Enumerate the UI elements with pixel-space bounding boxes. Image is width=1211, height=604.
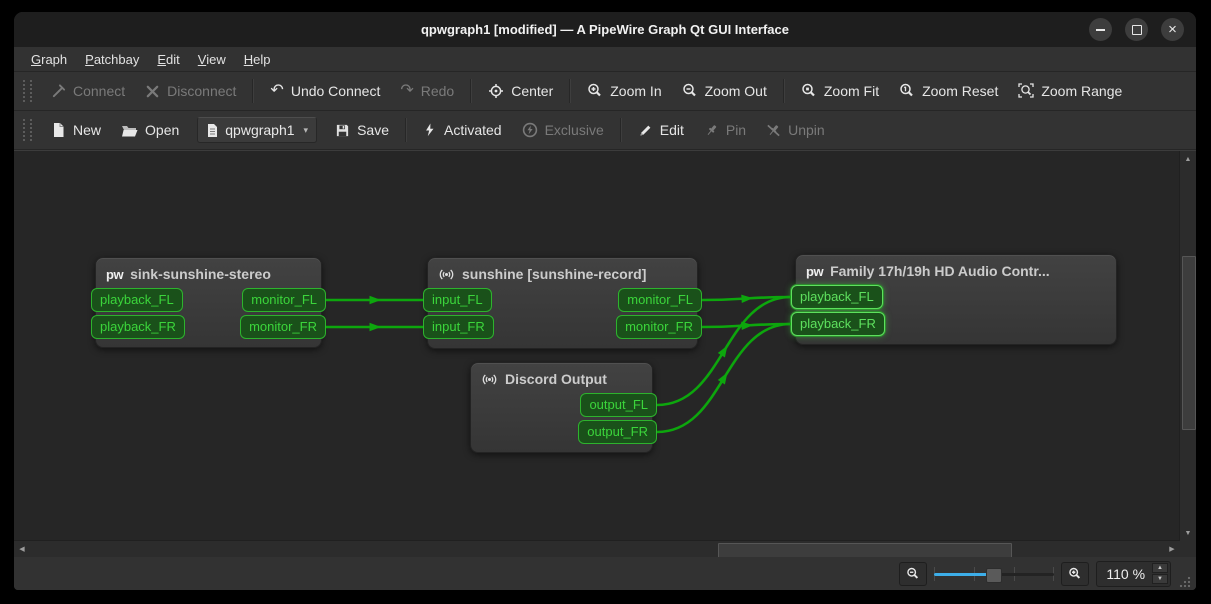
app-window: qpwgraph1 [modified] — A PipeWire Graph … bbox=[14, 12, 1196, 590]
slider-fill bbox=[934, 573, 992, 576]
disconnect-button[interactable]: Disconnect bbox=[135, 78, 246, 104]
minimize-button[interactable] bbox=[1089, 18, 1112, 41]
pin-icon bbox=[704, 123, 719, 138]
graph-canvas[interactable]: pwsink-sunshine-stereoplayback_FLplaybac… bbox=[14, 151, 1180, 541]
zoom-slider-handle[interactable] bbox=[986, 568, 1002, 583]
window-controls: × bbox=[1089, 18, 1184, 41]
vertical-scrollbar-thumb[interactable] bbox=[1182, 256, 1196, 430]
scroll-right-button[interactable]: ▶ bbox=[1164, 541, 1180, 557]
status-zoom-in-button[interactable] bbox=[1061, 562, 1089, 586]
patchbay-toolbar: New Open qpwgraph1 ▾ Save Activated bbox=[14, 111, 1196, 150]
wires-svg bbox=[14, 151, 1180, 541]
zoom-fit-button[interactable]: Zoom Fit bbox=[791, 78, 889, 104]
menu-bar: Graph Patchbay Edit View Help bbox=[14, 47, 1196, 72]
center-button[interactable]: Center bbox=[478, 78, 563, 104]
patchbay-file-icon bbox=[206, 123, 219, 138]
zoom-in-button[interactable]: Zoom In bbox=[577, 78, 671, 104]
toolbar-separator bbox=[569, 79, 571, 103]
scroll-up-button[interactable]: ▲ bbox=[1180, 151, 1196, 167]
scroll-left-icon: ◀ bbox=[19, 546, 24, 553]
scroll-right-icon: ▶ bbox=[1169, 546, 1174, 553]
scroll-up-icon: ▲ bbox=[1185, 156, 1192, 163]
exclusive-bolt-icon bbox=[522, 122, 538, 138]
disconnect-icon bbox=[145, 84, 160, 99]
status-zoom-in-icon bbox=[1068, 567, 1082, 581]
scrollbar-corner bbox=[1180, 541, 1196, 557]
unpin-button[interactable]: Unpin bbox=[756, 117, 835, 143]
graph-toolbar: Connect Disconnect ↶ Undo Connect ↷ Redo… bbox=[14, 72, 1196, 111]
activated-button[interactable]: Activated bbox=[413, 117, 512, 143]
horizontal-scrollbar[interactable]: ◀ ▶ bbox=[14, 540, 1180, 557]
edit-button[interactable]: Edit bbox=[628, 117, 694, 143]
menu-edit[interactable]: Edit bbox=[148, 50, 188, 69]
scroll-down-icon: ▼ bbox=[1185, 530, 1192, 537]
menu-patchbay[interactable]: Patchbay bbox=[76, 50, 148, 69]
undo-icon: ↶ bbox=[270, 83, 283, 99]
spin-down-button[interactable]: ▼ bbox=[1152, 574, 1168, 584]
save-icon bbox=[335, 123, 350, 138]
save-button[interactable]: Save bbox=[325, 117, 399, 143]
scroll-left-button[interactable]: ◀ bbox=[14, 541, 30, 557]
canvas-viewport: pwsink-sunshine-stereoplayback_FLplaybac… bbox=[14, 150, 1196, 557]
wire-arrow bbox=[370, 323, 382, 331]
maximize-icon bbox=[1132, 25, 1142, 35]
scroll-down-button[interactable]: ▼ bbox=[1180, 525, 1196, 541]
zoom-out-button[interactable]: Zoom Out bbox=[672, 78, 777, 104]
exclusive-button[interactable]: Exclusive bbox=[512, 117, 614, 143]
toolbar-drag-handle[interactable] bbox=[23, 119, 32, 141]
zoom-fit-icon bbox=[801, 83, 817, 99]
status-bar: 110 % ▲ ▼ bbox=[14, 557, 1196, 590]
activated-bolt-icon bbox=[423, 122, 437, 138]
zoom-in-icon bbox=[587, 83, 603, 99]
zoom-reset-icon bbox=[899, 83, 915, 99]
zoom-slider[interactable] bbox=[934, 565, 1054, 583]
status-zoom-out-icon bbox=[906, 567, 920, 581]
wire-arrow bbox=[370, 296, 382, 304]
window-resize-grip[interactable] bbox=[1178, 575, 1191, 588]
new-file-icon bbox=[51, 122, 66, 138]
window-title: qpwgraph1 [modified] — A PipeWire Graph … bbox=[421, 22, 789, 37]
patchbay-select-value: qpwgraph1 bbox=[225, 122, 294, 138]
open-folder-icon bbox=[121, 123, 138, 138]
redo-icon: ↷ bbox=[400, 83, 413, 99]
vertical-scrollbar[interactable]: ▲ ▼ bbox=[1179, 151, 1196, 541]
edit-pencil-icon bbox=[638, 123, 653, 138]
toolbar-separator bbox=[620, 118, 622, 142]
zoom-value: 110 % bbox=[1106, 566, 1145, 582]
title-bar[interactable]: qpwgraph1 [modified] — A PipeWire Graph … bbox=[14, 12, 1196, 47]
spinbox-buttons: ▲ ▼ bbox=[1152, 563, 1168, 584]
menu-help[interactable]: Help bbox=[235, 50, 280, 69]
zoom-range-button[interactable]: Zoom Range bbox=[1008, 78, 1132, 104]
undo-connect-button[interactable]: ↶ Undo Connect bbox=[260, 78, 390, 104]
zoom-spinbox[interactable]: 110 % ▲ ▼ bbox=[1096, 561, 1171, 587]
spin-up-button[interactable]: ▲ bbox=[1152, 563, 1168, 573]
connect-button[interactable]: Connect bbox=[41, 78, 135, 104]
center-icon bbox=[488, 83, 504, 99]
toolbar-separator bbox=[252, 79, 254, 103]
horizontal-scrollbar-thumb[interactable] bbox=[718, 543, 1012, 557]
menu-view[interactable]: View bbox=[189, 50, 235, 69]
unpin-icon bbox=[766, 123, 781, 138]
open-button[interactable]: Open bbox=[111, 117, 189, 143]
zoom-out-icon bbox=[682, 83, 698, 99]
new-button[interactable]: New bbox=[41, 117, 111, 143]
wire-arrow bbox=[741, 294, 753, 303]
redo-button[interactable]: ↷ Redo bbox=[390, 78, 464, 104]
close-icon: × bbox=[1168, 22, 1177, 37]
status-zoom-out-button[interactable] bbox=[899, 562, 927, 586]
minimize-icon bbox=[1096, 29, 1105, 31]
zoom-reset-button[interactable]: Zoom Reset bbox=[889, 78, 1008, 104]
connect-icon bbox=[51, 84, 66, 99]
close-button[interactable]: × bbox=[1161, 18, 1184, 41]
toolbar-separator bbox=[470, 79, 472, 103]
patchbay-select[interactable]: qpwgraph1 ▾ bbox=[197, 117, 317, 143]
chevron-down-icon: ▾ bbox=[304, 125, 309, 136]
pin-button[interactable]: Pin bbox=[694, 117, 756, 143]
menu-graph[interactable]: Graph bbox=[22, 50, 76, 69]
toolbar-drag-handle[interactable] bbox=[23, 80, 32, 102]
toolbar-separator bbox=[405, 118, 407, 142]
maximize-button[interactable] bbox=[1125, 18, 1148, 41]
toolbar-separator bbox=[783, 79, 785, 103]
zoom-range-icon bbox=[1018, 83, 1034, 99]
